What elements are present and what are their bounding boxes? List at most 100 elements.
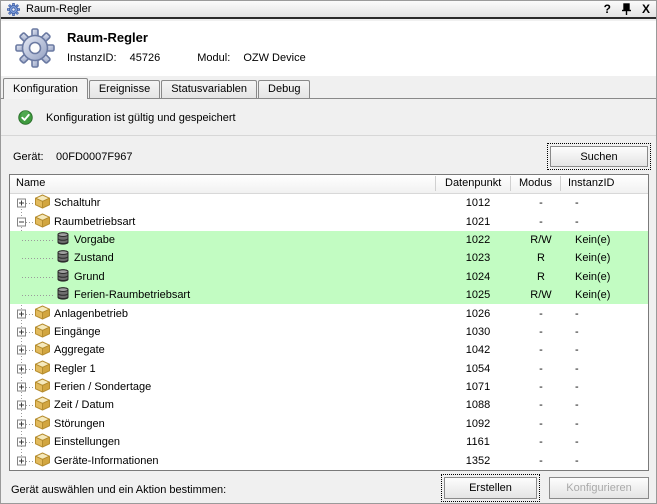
tree-row-ferien-raumbetriebsart[interactable]: Ferien-Raumbetriebsart1025R/WKein(e) (10, 286, 648, 304)
row-modus: R/W (519, 289, 563, 301)
titlebar: Raum-Regler ? X (1, 1, 656, 19)
row-instanzid: - (575, 326, 579, 338)
row-name: Aggregate (54, 344, 105, 356)
package-cube-icon (34, 323, 51, 338)
erstellen-button[interactable]: Erstellen (444, 477, 537, 499)
tree-stub (26, 387, 34, 388)
row-name: Schaltuhr (54, 197, 100, 209)
tree-stub (26, 350, 34, 351)
tab-ereignisse[interactable]: Ereignisse (89, 80, 160, 99)
row-instanzid: - (575, 363, 579, 375)
tree-stub (26, 332, 34, 333)
row-datenpunkt: 1092 (453, 418, 503, 430)
tree-row-vorgabe[interactable]: Vorgabe1022R/WKein(e) (10, 231, 648, 249)
tree-row-einstellungen[interactable]: Einstellungen1161-- (10, 433, 648, 451)
row-modus: - (519, 216, 563, 228)
row-modus: - (519, 363, 563, 375)
row-datenpunkt: 1030 (453, 326, 503, 338)
row-instanzid: - (575, 197, 579, 209)
package-cube-icon (34, 378, 51, 393)
package-cube-icon (34, 415, 51, 430)
collapse-toggle[interactable] (17, 217, 26, 226)
status-message: Konfiguration ist gültig und gespeichert (46, 112, 236, 124)
tree-row-aggregate[interactable]: Aggregate1042-- (10, 341, 648, 359)
row-modus: - (519, 381, 563, 393)
row-datenpunkt: 1021 (453, 216, 503, 228)
column-header-name[interactable]: Name (16, 177, 45, 189)
column-divider[interactable] (560, 176, 561, 191)
column-header-modus[interactable]: Modus (519, 177, 552, 189)
action-prompt: Gerät auswählen und ein Aktion bestimmen… (11, 484, 226, 496)
tree-row-regler-1[interactable]: Regler 11054-- (10, 360, 648, 378)
row-modus: - (519, 344, 563, 356)
row-datenpunkt: 1026 (453, 308, 503, 320)
column-header-datenpunkt[interactable]: Datenpunkt (445, 177, 501, 189)
expand-toggle[interactable] (17, 327, 26, 336)
expand-toggle[interactable] (17, 309, 26, 318)
expand-toggle[interactable] (17, 438, 26, 447)
tree-row-zustand[interactable]: Zustand1023RKein(e) (10, 249, 648, 267)
expand-toggle[interactable] (17, 456, 26, 465)
column-divider[interactable] (510, 176, 511, 191)
column-header-instanzid[interactable]: InstanzID (568, 177, 614, 189)
row-instanzid: - (575, 455, 579, 467)
window-gear-icon (7, 3, 20, 16)
tree-row-eingänge[interactable]: Eingänge1030-- (10, 323, 648, 341)
tree-row-ferien-sondertage[interactable]: Ferien / Sondertage1071-- (10, 378, 648, 396)
database-icon (57, 269, 69, 282)
column-divider[interactable] (435, 176, 436, 191)
tree-row-raumbetriebsart[interactable]: Raumbetriebsart1021-- (10, 212, 648, 230)
tree-row-schaltuhr[interactable]: Schaltuhr 1012 -- (10, 194, 648, 212)
konfigurieren-button[interactable]: Konfigurieren (549, 477, 649, 499)
tree-stub (26, 222, 34, 223)
tabstrip: Konfiguration Ereignisse Statusvariablen… (1, 78, 656, 99)
tab-konfiguration[interactable]: Konfiguration (3, 78, 88, 99)
expand-toggle[interactable] (17, 364, 26, 373)
header-meta: InstanzID: 45726 Modul: OZW Device (67, 52, 306, 64)
row-modus: - (519, 197, 563, 209)
tree-stub (22, 277, 54, 278)
window-title: Raum-Regler (26, 3, 91, 15)
package-cube-icon (34, 396, 51, 411)
row-name: Anlagenbetrieb (54, 308, 128, 320)
pin-icon[interactable] (621, 3, 632, 16)
expand-toggle[interactable] (17, 199, 26, 208)
tree-row-geräte-informationen[interactable]: Geräte-Informationen1352-- (10, 451, 648, 469)
tree-stub (26, 461, 34, 462)
package-cube-icon (34, 360, 51, 375)
row-modus: R/W (519, 234, 563, 246)
tree-row-anlagenbetrieb[interactable]: Anlagenbetrieb1026-- (10, 304, 648, 322)
package-cube-icon (34, 341, 51, 356)
tab-debug[interactable]: Debug (258, 80, 310, 99)
tree-row-störungen[interactable]: Störungen1092-- (10, 415, 648, 433)
page-title: Raum-Regler (67, 30, 148, 45)
device-label: Gerät: (13, 151, 44, 163)
tree-row-zeit-datum[interactable]: Zeit / Datum1088-- (10, 396, 648, 414)
expand-toggle[interactable] (17, 383, 26, 392)
expand-toggle[interactable] (17, 346, 26, 355)
expand-toggle[interactable] (17, 419, 26, 428)
row-name: Eingänge (54, 326, 101, 338)
row-instanzid: Kein(e) (575, 271, 610, 283)
row-instanzid: - (575, 308, 579, 320)
row-datenpunkt: 1012 (453, 197, 503, 209)
close-button[interactable]: X (642, 2, 650, 16)
table-header: Name Datenpunkt Modus InstanzID (10, 175, 648, 194)
gear-icon (15, 28, 55, 68)
row-instanzid: - (575, 344, 579, 356)
expand-toggle[interactable] (17, 401, 26, 410)
help-button[interactable]: ? (604, 2, 611, 16)
status-row: Konfiguration ist gültig und gespeichert (18, 110, 236, 125)
row-name: Zeit / Datum (54, 399, 114, 411)
row-datenpunkt: 1024 (453, 271, 503, 283)
tab-statusvariablen[interactable]: Statusvariablen (161, 80, 257, 99)
tree-stub (26, 203, 34, 204)
package-cube-icon (34, 452, 51, 467)
tree-row-grund[interactable]: Grund1024RKein(e) (10, 268, 648, 286)
table-body: Schaltuhr1012--Raumbetriebsart1021--Vorg… (10, 194, 648, 470)
row-name: Störungen (54, 418, 105, 430)
suchen-button[interactable]: Suchen (550, 146, 648, 167)
row-datenpunkt: 1025 (453, 289, 503, 301)
tree-stub (26, 405, 34, 406)
datapoint-table: Name Datenpunkt Modus InstanzID Schaltuh… (9, 174, 649, 471)
